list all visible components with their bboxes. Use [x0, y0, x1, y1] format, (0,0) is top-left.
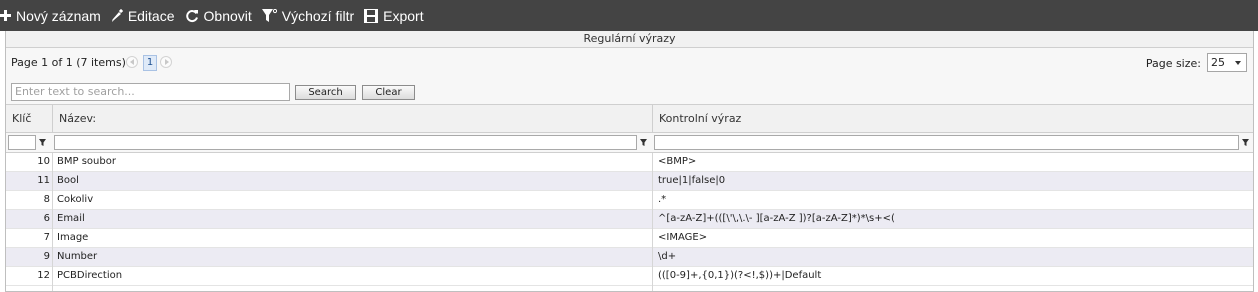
page-1-button[interactable]: 1 [143, 55, 157, 71]
filter-icon [261, 8, 277, 22]
cell-key: 12 [37, 270, 50, 281]
pager-panel: Page 1 of 1 (7 items) 1 Page size: 25 En… [6, 48, 1253, 105]
table-row[interactable]: 8 Cokoliv .* [6, 191, 1253, 210]
refresh-label: Obnovit [203, 7, 252, 24]
expression-filter-icon[interactable] [1240, 137, 1251, 148]
cell-name: PCBDirection [57, 270, 123, 281]
filter-row [6, 133, 1253, 153]
default-filter-label: Výchozí filtr [281, 7, 355, 24]
chevron-down-icon [1235, 61, 1241, 65]
column-divider [652, 153, 653, 291]
prev-page-icon[interactable] [126, 56, 138, 68]
pager-summary: Page 1 of 1 (7 items) [11, 56, 126, 69]
refresh-button[interactable]: Obnovit [185, 8, 252, 24]
table-row[interactable]: 6 Email ^[a-zA-Z]+(([\'\,\.\- ][a-zA-Z ]… [6, 210, 1253, 229]
cell-name: Bool [57, 175, 79, 186]
clear-button[interactable]: Clear [362, 85, 415, 100]
cell-expression: <BMP> [658, 156, 697, 167]
next-page-icon[interactable] [160, 56, 172, 68]
new-record-button[interactable]: Nový záznam [0, 8, 101, 24]
cell-key: 11 [37, 175, 50, 186]
pencil-icon [111, 8, 123, 22]
cell-key: 7 [43, 232, 50, 243]
cell-expression: (([0-9]+,{0,1})(?<!,$))+|Default [658, 270, 822, 281]
cell-expression: .* [658, 194, 667, 205]
cell-key: 9 [43, 251, 50, 262]
key-filter-input[interactable] [8, 135, 36, 150]
edit-label: Editace [127, 7, 175, 24]
page-size-select[interactable]: 25 [1207, 53, 1247, 72]
new-record-label: Nový záznam [16, 7, 101, 24]
table-body: 10 BMP soubor <BMP> 11 Bool true|1|false… [6, 153, 1253, 286]
table-row[interactable]: 12 PCBDirection (([0-9]+,{0,1})(?<!,$))+… [6, 267, 1253, 286]
expression-filter-input[interactable] [654, 135, 1239, 150]
cell-key: 8 [43, 194, 50, 205]
page-size-value: 25 [1211, 56, 1225, 69]
cell-expression: \d+ [658, 251, 677, 262]
search-button[interactable]: Search [295, 85, 356, 100]
cell-expression: true|1|false|0 [658, 175, 726, 186]
search-input[interactable]: Enter text to search... [11, 83, 290, 101]
export-button[interactable]: Export [364, 7, 424, 24]
column-header-expression[interactable]: Kontrolní výraz [652, 105, 1253, 132]
cell-name: Email [57, 213, 85, 224]
key-filter-icon[interactable] [37, 137, 48, 148]
save-icon [364, 8, 379, 23]
column-divider [52, 153, 53, 291]
table-row[interactable]: 9 Number \d+ [6, 248, 1253, 267]
cell-expression: <IMAGE> [658, 232, 708, 243]
cell-key: 10 [37, 156, 50, 167]
edit-button[interactable]: Editace [111, 8, 175, 24]
table-row[interactable]: 11 Bool true|1|false|0 [6, 172, 1253, 191]
default-filter-button[interactable]: Výchozí filtr [261, 7, 355, 24]
cell-name: Number [57, 251, 98, 262]
export-label: Export [383, 7, 424, 24]
plus-icon [0, 10, 11, 21]
name-filter-icon[interactable] [638, 137, 649, 148]
table-row[interactable]: 7 Image <IMAGE> [6, 229, 1253, 248]
toolbar: Nový záznam Editace Obnovit Výchozí filt… [0, 0, 1258, 31]
cell-name: Cokoliv [57, 194, 94, 205]
column-header-key[interactable]: Klíč [6, 105, 52, 132]
table-row[interactable]: 10 BMP soubor <BMP> [6, 153, 1253, 172]
cell-name: Image [57, 232, 89, 243]
cell-name: BMP soubor [57, 156, 116, 167]
name-filter-input[interactable] [54, 135, 637, 150]
refresh-icon [185, 9, 198, 22]
column-header-name[interactable]: Název: [52, 105, 652, 132]
column-header-row: Klíč Název: Kontrolní výraz [6, 105, 1253, 133]
grid-title: Regulární výrazy [6, 31, 1253, 48]
cell-key: 6 [43, 213, 50, 224]
cell-expression: ^[a-zA-Z]+(([\'\,\.\- ][a-zA-Z ])?[a-zA-… [658, 213, 895, 224]
regex-grid: Regulární výrazy Page 1 of 1 (7 items) 1… [5, 31, 1254, 292]
page-size-label: Page size: [1145, 57, 1201, 70]
